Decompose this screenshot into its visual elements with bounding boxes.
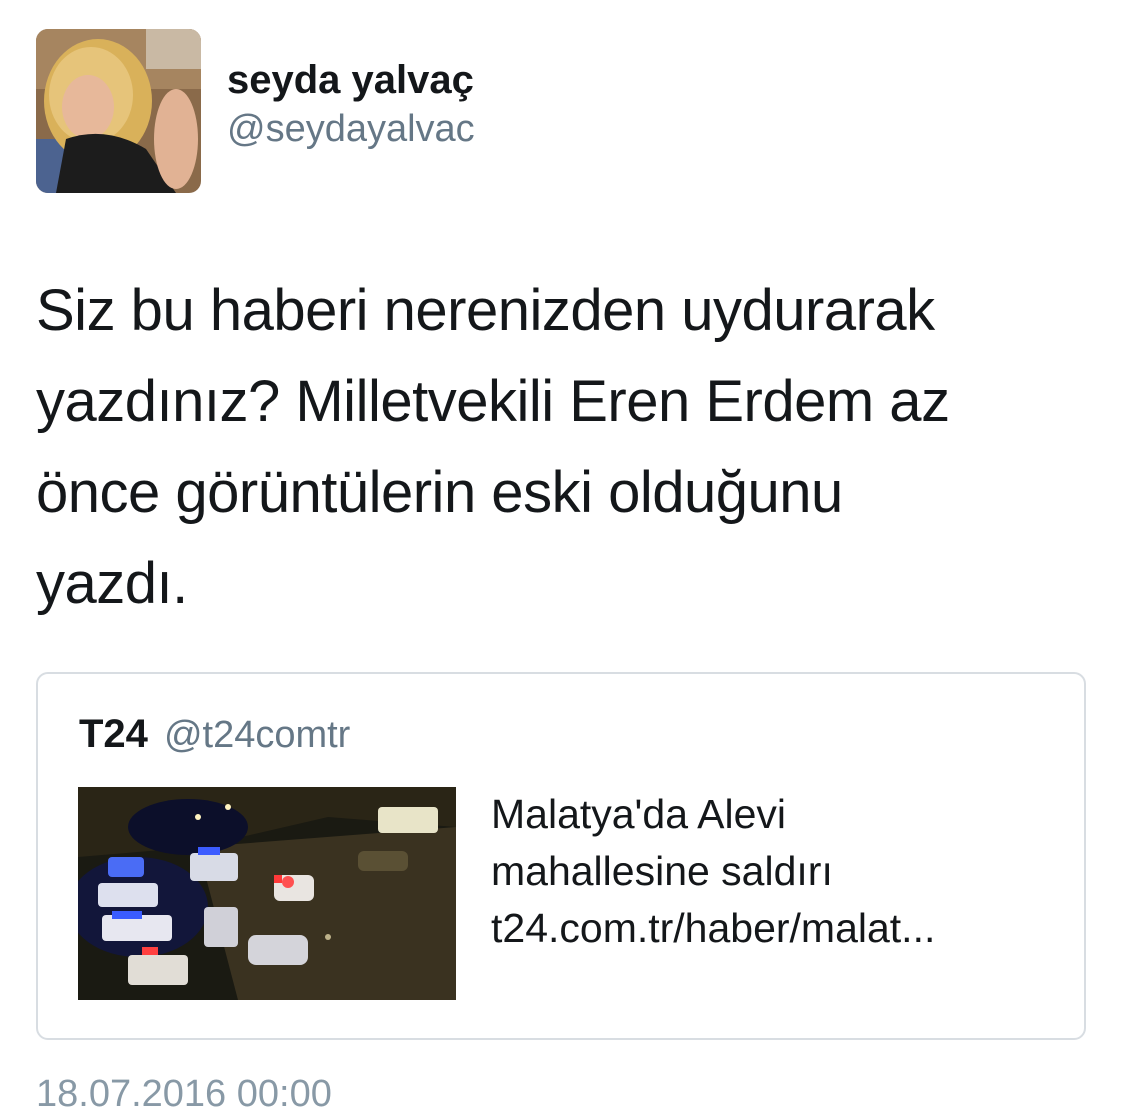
tweet-text: Siz bu haberi nerenizden uydurarak yazdı… <box>36 278 950 616</box>
quoted-tweet-content: Malatya'da Alevi mahallesine saldırı t24… <box>491 786 1071 957</box>
author-name[interactable]: seyda yalvaç <box>227 56 475 104</box>
quoted-tweet-thumbnail[interactable] <box>78 787 456 1000</box>
quoted-link[interactable]: t24.com.tr/haber/malat... <box>491 900 1071 957</box>
quoted-title-line-1: Malatya'da Alevi <box>491 791 786 837</box>
quoted-tweet-header: T24 @t24comtr <box>79 712 350 757</box>
tweet-timestamp: 18.07.2016 00:00 <box>36 1073 332 1115</box>
author-handle[interactable]: @seydayalvac <box>227 104 475 154</box>
author-info: seyda yalvaç @seydayalvac <box>227 56 475 154</box>
tweet-header: seyda yalvaç @seydayalvac <box>36 29 475 193</box>
quoted-tweet-card[interactable]: T24 @t24comtr Malatya'da Alevi mahallesi… <box>36 672 1086 1040</box>
quoted-title-line-2: mahallesine saldırı <box>491 848 833 894</box>
quoted-author-handle: @t24comtr <box>163 714 351 756</box>
avatar[interactable] <box>36 29 201 193</box>
quoted-author-name: T24 <box>79 712 148 756</box>
